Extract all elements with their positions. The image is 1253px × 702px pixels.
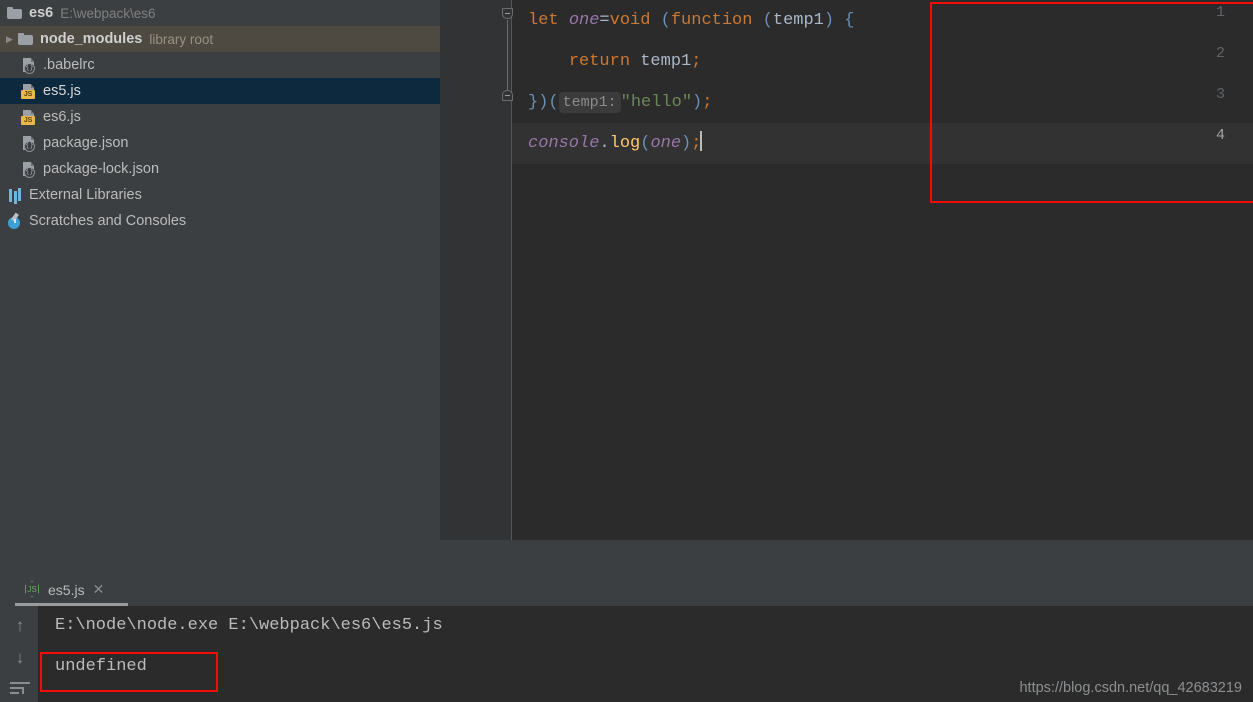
token-dot: .	[599, 134, 610, 153]
code-editor[interactable]: 1 2 3 4 let one=void (function (temp1) {…	[440, 0, 1253, 540]
json-file-icon: {}	[20, 56, 38, 74]
token-method-log: log	[609, 134, 641, 153]
token-keyword-let: let	[528, 11, 559, 30]
token-keyword-function: function	[670, 11, 753, 30]
external-libraries-label: External Libraries	[29, 187, 142, 203]
libraries-icon	[6, 186, 24, 204]
fold-region-line	[507, 20, 508, 92]
code-line-2: return temp1;	[512, 41, 702, 82]
text-caret	[700, 131, 703, 151]
js-file-icon: JS	[20, 82, 38, 100]
token-paren-close: )	[823, 11, 835, 30]
tree-item-label: node_modules	[40, 31, 143, 47]
folder-icon	[17, 30, 35, 48]
close-icon[interactable]: ✕	[93, 581, 105, 598]
project-root-name: es6	[29, 5, 54, 21]
json-file-icon: {}	[20, 160, 38, 178]
run-tab-es5-js[interactable]: JS es5.js ✕	[24, 573, 139, 606]
token-paren-open-2: (	[762, 11, 773, 30]
soft-wrap-icon[interactable]	[10, 682, 30, 698]
tree-row-package-json[interactable]: {} package.json	[0, 130, 440, 156]
code-line-1: let one=void (function (temp1) {	[512, 0, 855, 41]
run-tab-label: es5.js	[48, 581, 85, 598]
ide-window: es6 E:\webpack\es6 ▶ node_modules librar…	[0, 0, 1253, 702]
tree-item-label: package.json	[43, 135, 129, 151]
tree-item-tag: library root	[149, 31, 214, 47]
token-semicolon: ;	[691, 52, 702, 71]
code-line-3: })(temp1: "hello");	[512, 82, 712, 123]
token-var-one: one	[568, 11, 600, 30]
tree-row-project-root[interactable]: es6 E:\webpack\es6	[0, 0, 440, 26]
token-paren-open: (	[640, 134, 651, 153]
token-object-console: console	[528, 134, 600, 153]
token-equals: =	[599, 11, 610, 30]
code-line-4: console.log(one);	[512, 123, 703, 164]
tree-item-label: package-lock.json	[43, 161, 160, 177]
token-brace-close: }	[528, 93, 539, 112]
project-root-path: E:\webpack\es6	[60, 5, 156, 21]
editor-gutter[interactable]	[440, 0, 512, 540]
token-keyword-return: return	[568, 52, 631, 71]
inline-param-hint: temp1:	[558, 92, 621, 113]
token-param-temp1: temp1	[772, 11, 824, 30]
token-paren-close: )	[681, 134, 692, 153]
code-text-area[interactable]: let one=void (function (temp1) { return …	[512, 0, 1253, 540]
chevron-right-icon[interactable]: ▶	[6, 34, 17, 44]
arrow-up-icon[interactable]: ↑	[10, 616, 30, 636]
token-paren-close: )	[538, 93, 549, 112]
token-brace-open: {	[844, 11, 855, 30]
tree-row-es6-js[interactable]: JS es6.js	[0, 104, 440, 130]
tree-row-es5-js[interactable]: JS es5.js	[0, 78, 440, 104]
watermark-text: https://blog.csdn.net/qq_42683219	[1019, 680, 1242, 696]
tree-row-external-libraries[interactable]: External Libraries	[0, 182, 440, 208]
js-file-icon: JS	[20, 108, 38, 126]
token-paren-close-2: )	[692, 93, 703, 112]
token-string-hello: "hello"	[620, 93, 693, 112]
project-tree-panel: es6 E:\webpack\es6 ▶ node_modules librar…	[0, 0, 440, 570]
tree-item-label: es6.js	[43, 109, 81, 125]
panel-divider[interactable]	[0, 540, 1253, 573]
folder-icon	[6, 4, 24, 22]
scratches-label: Scratches and Consoles	[29, 213, 187, 229]
token-keyword-void: void	[609, 11, 651, 30]
scratches-icon	[6, 212, 24, 230]
tree-row-package-lock-json[interactable]: {} package-lock.json	[0, 156, 440, 182]
run-panel-toolbar: ↑ ↓	[0, 606, 38, 702]
tree-item-label: es5.js	[43, 83, 81, 99]
console-command-line: E:\node\node.exe E:\webpack\es6\es5.js	[55, 616, 443, 635]
token-paren-open: (	[548, 93, 559, 112]
token-param-temp1: temp1	[640, 52, 692, 71]
arrow-down-icon[interactable]: ↓	[10, 648, 30, 668]
tree-item-label: .babelrc	[43, 57, 95, 73]
tree-row-node-modules[interactable]: ▶ node_modules library root	[0, 26, 440, 52]
token-arg-one: one	[650, 134, 682, 153]
token-semicolon: ;	[702, 93, 713, 112]
console-result-line: undefined	[55, 657, 147, 676]
token-paren-open: (	[660, 11, 671, 30]
nodejs-icon: JS	[24, 581, 41, 598]
tree-row-babelrc[interactable]: {} .babelrc	[0, 52, 440, 78]
tree-row-scratches-consoles[interactable]: Scratches and Consoles	[0, 208, 440, 234]
json-file-icon: {}	[20, 134, 38, 152]
